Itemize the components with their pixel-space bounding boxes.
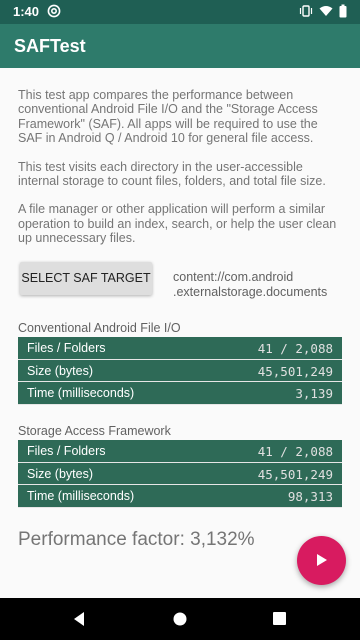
- table-row: Size (bytes) 45,501,249: [18, 359, 342, 383]
- saf-target-uri: content://com.android .externalstorage.d…: [173, 270, 343, 300]
- at-icon: [47, 4, 61, 18]
- run-test-button[interactable]: [297, 536, 346, 585]
- status-bar: 1:40: [0, 0, 360, 24]
- table-row: Time (milliseconds) 98,313: [18, 485, 342, 509]
- row-key: Time (milliseconds): [27, 386, 135, 401]
- saf-target-uri-line1: content://com.android: [173, 270, 294, 284]
- saf-section-label: Storage Access Framework: [18, 424, 171, 438]
- app-title: SAFTest: [14, 36, 86, 56]
- row-key: Time (milliseconds): [27, 489, 135, 504]
- conventional-section-label: Conventional Android File I/O: [18, 321, 181, 335]
- row-key: Size (bytes): [27, 466, 93, 481]
- home-icon[interactable]: [173, 612, 187, 626]
- table-row: Size (bytes) 45,501,249: [18, 462, 342, 486]
- table-row: Files / Folders 41 / 2,088: [18, 440, 342, 463]
- intro-paragraph-1: This test app compares the performance b…: [18, 88, 318, 146]
- status-time: 1:40: [13, 4, 40, 19]
- saf-results-table: Files / Folders 41 / 2,088 Size (bytes) …: [18, 440, 342, 509]
- saf-target-uri-line2: .externalstorage.documents: [173, 285, 328, 299]
- navigation-bar: [0, 598, 360, 640]
- table-row: Time (milliseconds) 3,139: [18, 382, 342, 406]
- play-icon: [317, 554, 327, 566]
- back-icon[interactable]: [72, 611, 86, 627]
- row-value: 45,501,249: [257, 363, 333, 379]
- app-bar: SAFTest: [0, 24, 360, 68]
- row-key: Files / Folders: [27, 444, 106, 458]
- battery-icon: [339, 4, 347, 18]
- recents-icon[interactable]: [273, 612, 286, 625]
- intro-paragraph-3: A file manager or other application will…: [18, 202, 337, 246]
- performance-factor: Performance factor: 3,132%: [18, 529, 255, 550]
- row-key: Size (bytes): [27, 363, 93, 378]
- intro-paragraph-2: This test visits each directory in the u…: [18, 159, 326, 189]
- conventional-results-table: Files / Folders 41 / 2,088 Size (bytes) …: [18, 337, 342, 406]
- row-key: Files / Folders: [27, 341, 106, 355]
- select-saf-target-button[interactable]: SELECT SAF TARGET: [20, 262, 152, 295]
- row-value: 41 / 2,088: [257, 444, 333, 459]
- wifi-icon: [319, 6, 333, 16]
- table-row: Files / Folders 41 / 2,088: [18, 337, 342, 360]
- row-value: 3,139: [295, 386, 333, 402]
- intro-text: This test app compares the performance b…: [18, 88, 344, 260]
- vibrate-icon: [299, 5, 313, 17]
- row-value: 41 / 2,088: [257, 341, 333, 356]
- row-value: 98,313: [287, 489, 333, 505]
- row-value: 45,501,249: [257, 466, 333, 482]
